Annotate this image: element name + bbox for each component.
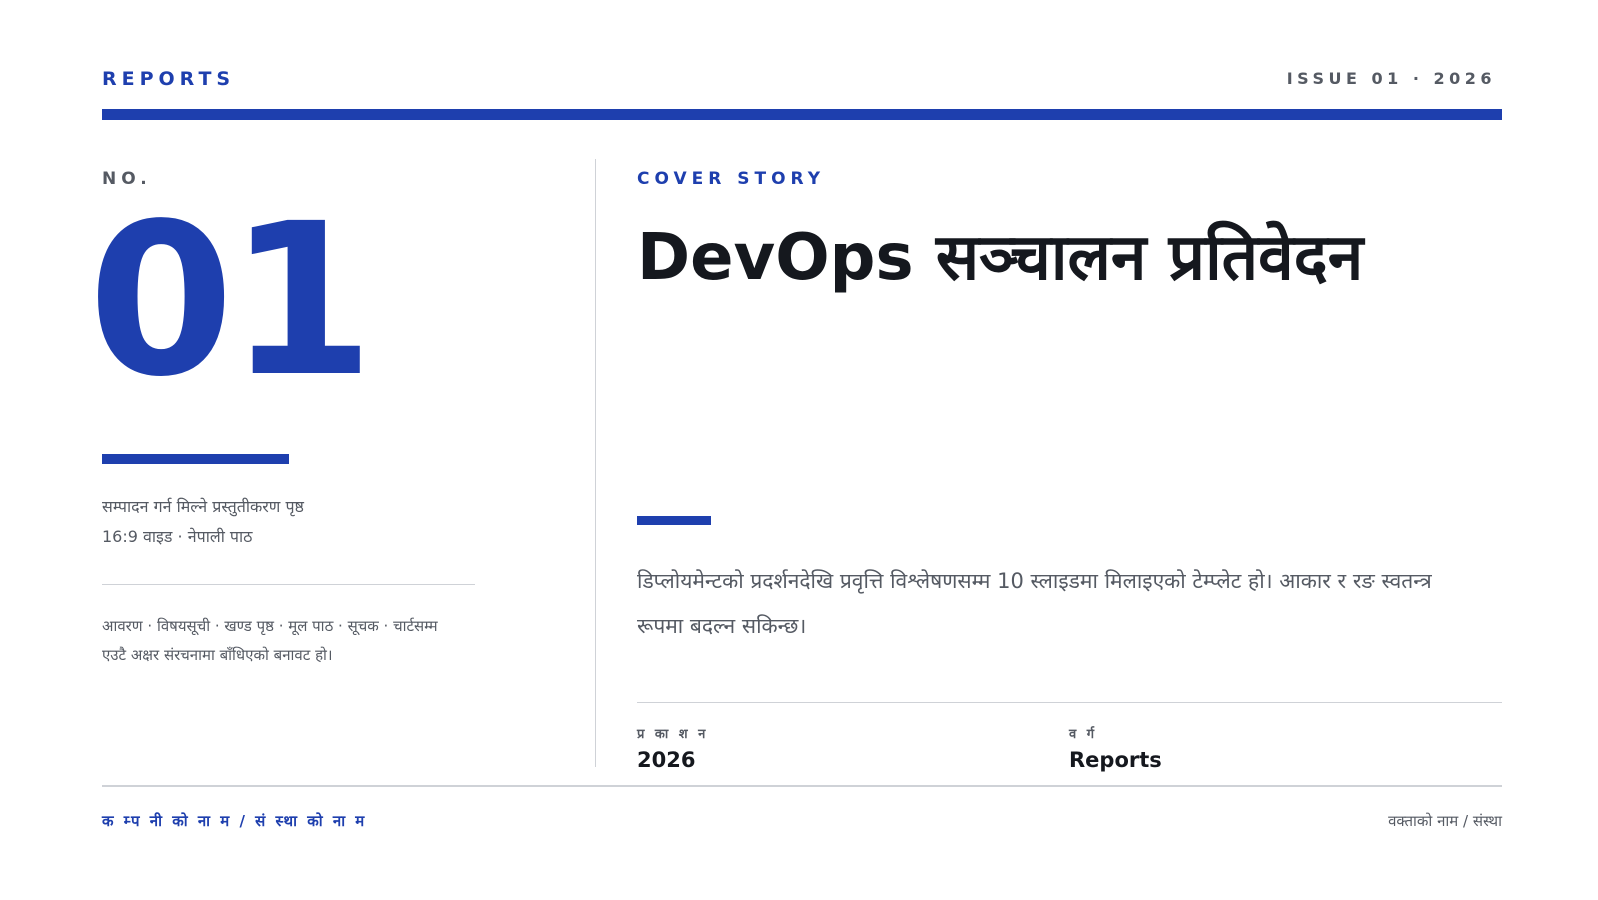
page-title: DevOps सञ्चालन प्रतिवेदन [637,221,1364,295]
left-divider [102,584,475,585]
issue-label: ISSUE 01 · 2026 [1286,69,1496,88]
issue-number: 01 [88,178,374,423]
description-line: 16:9 वाइड · नेपाली पाठ [102,527,253,546]
contents-line: एउटै अक्षर संरचनामा बाँधिएको बनावट हो। [102,646,333,664]
contents-list: आवरण · विषयसूची · खण्ड पृष्ठ · मूल पाठ ·… [102,612,477,670]
contents-line: आवरण · विषयसूची · खण्ड पृष्ठ · मूल पाठ ·… [102,617,438,635]
publication-meta: प्र का श न 2026 [637,724,708,772]
report-cover-page: REPORTS ISSUE 01 · 2026 NO. 01 सम्पादन ग… [0,0,1598,900]
footer-rule [102,785,1502,787]
organization-name: क म्प नी को ना म / सं स्था को ना म [102,812,367,830]
page-description: सम्पादन गर्न मिल्ने प्रस्तुतीकरण पृष्ठ 1… [102,492,482,552]
summary-text: डिप्लोयमेन्टको प्रदर्शनदेखि प्रवृत्ति वि… [637,569,1432,638]
publication-label: प्र का श न [637,727,709,742]
category-label: व र्ग [1069,727,1098,742]
number-underline [102,454,289,464]
publication-value: 2026 [637,748,696,772]
section-kicker: COVER STORY [637,169,826,189]
title-accent-bar [637,516,711,525]
description-line: सम्पादन गर्न मिल्ने प्रस्तुतीकरण पृष्ठ [102,497,304,516]
column-divider [595,159,596,767]
category-meta: व र्ग Reports [1069,724,1162,772]
meta-divider [637,702,1502,703]
top-accent-bar [102,109,1502,120]
speaker-name: वक्ताको नाम / संस्था [1388,812,1502,830]
brand-label: REPORTS [102,68,236,90]
category-value: Reports [1069,748,1162,772]
